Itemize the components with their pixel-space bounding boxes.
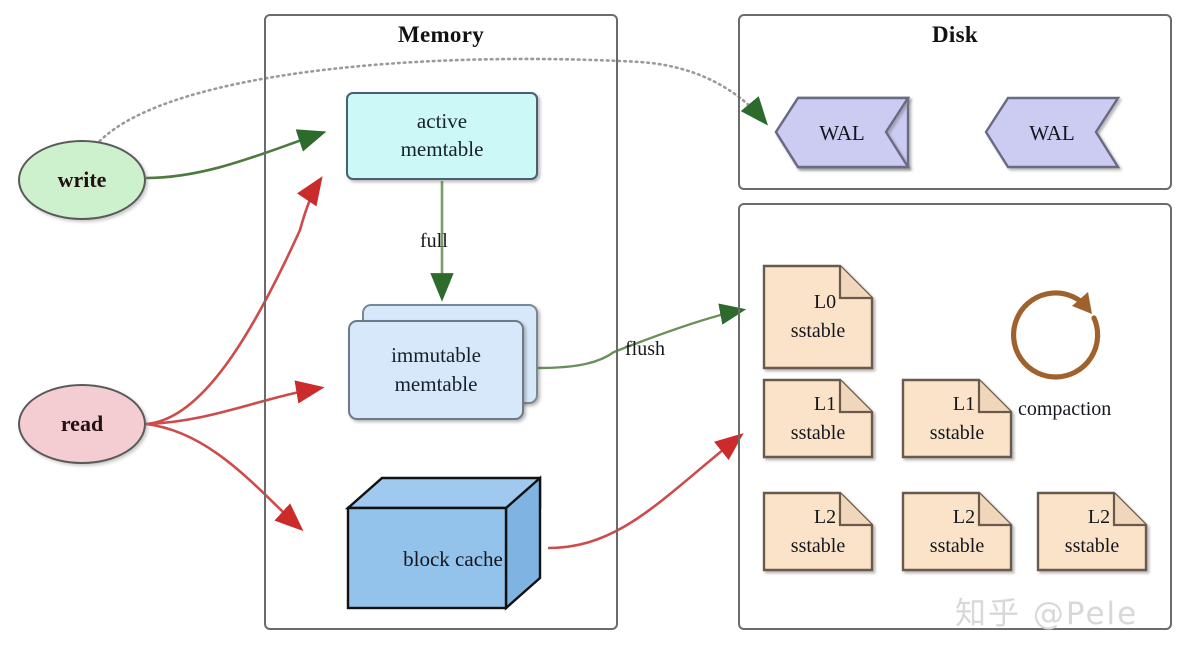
active-memtable-line2: memtable	[400, 137, 484, 161]
wal-file-label-2[interactable]: WAL	[986, 98, 1118, 168]
sstable-l0-0-kind: sstable	[790, 320, 846, 342]
write-node[interactable]: write	[18, 140, 146, 220]
sstable-l2-2[interactable]: L2 sstable	[1038, 493, 1146, 570]
wal-label-1: WAL	[819, 120, 865, 145]
write-node-label: write	[57, 167, 107, 192]
sstable-l1-1-kind: sstable	[929, 421, 985, 444]
sstable-l1-0-kind: sstable	[790, 421, 846, 444]
active-memtable-node[interactable]: active memtable	[346, 92, 538, 180]
watermark: 知乎 @Pele	[955, 596, 1139, 632]
immutable-memtable-line2: memtable	[394, 372, 478, 396]
memory-container-title: Memory	[397, 22, 485, 47]
sstable-l2-2-kind: sstable	[1064, 534, 1120, 557]
read-node-label: read	[60, 411, 104, 436]
sstable-l2-0[interactable]: L2 sstable	[764, 493, 872, 570]
sstable-l2-2-level: L2	[1087, 505, 1111, 528]
sstable-l2-1-kind: sstable	[929, 534, 985, 557]
sstable-l1-0-level: L1	[813, 392, 837, 415]
immutable-memtable-node[interactable]: immutable memtable	[348, 320, 524, 420]
sstable-l2-1[interactable]: L2 sstable	[903, 493, 1011, 570]
sstable-l2-0-level: L2	[813, 505, 837, 528]
immutable-memtable-line1: immutable	[391, 343, 481, 368]
read-node[interactable]: read	[18, 384, 146, 464]
block-cache-node[interactable]: block cache	[348, 478, 540, 608]
wal-file-label-1[interactable]: WAL	[776, 98, 908, 168]
wal-label-2: WAL	[1029, 120, 1075, 145]
sstable-l0-0-level: L0	[813, 291, 837, 313]
block-cache-label: block cache	[403, 546, 503, 571]
sstable-l2-1-level: L2	[952, 505, 976, 528]
compaction-label: compaction	[1018, 398, 1112, 420]
disk-container-title: Disk	[932, 22, 978, 47]
sstable-l1-1[interactable]: L1 sstable	[903, 380, 1011, 457]
edge-label-flush: flush	[625, 338, 665, 360]
sstable-l2-0-kind: sstable	[790, 534, 846, 557]
active-memtable-line1: active	[416, 109, 468, 134]
sstable-l0-0[interactable]: L0 sstable	[764, 266, 872, 368]
sstable-l1-0[interactable]: L1 sstable	[764, 380, 872, 457]
diagram-canvas: Memory Disk write read active memtable i…	[0, 0, 1200, 658]
sstable-l1-1-level: L1	[952, 392, 976, 415]
edge-label-full: full	[420, 230, 448, 252]
